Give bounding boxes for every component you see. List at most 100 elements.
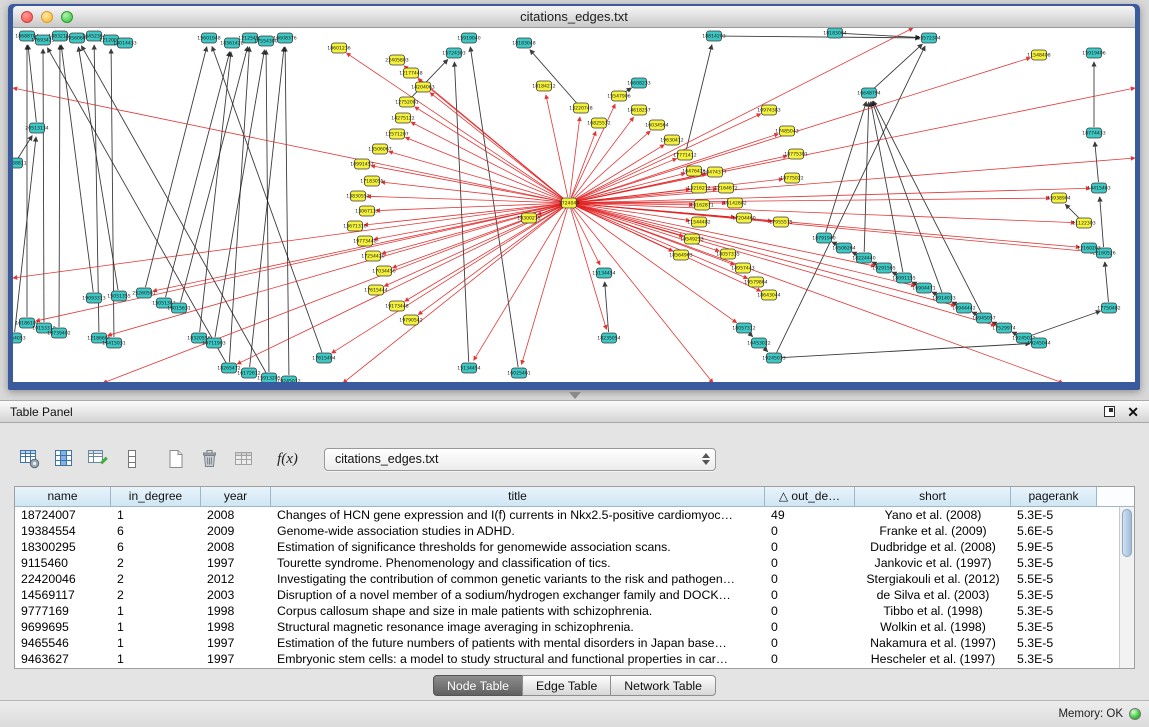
table-row[interactable]: 1872400712008Changes of HCN gene express… [15,507,1119,523]
graph-node[interactable]: 17615444 [364,285,387,295]
graph-node[interactable]: 15724303 [442,48,465,58]
graph-node[interactable]: 10991457 [350,159,373,169]
graph-node[interactable]: 17034450 [372,266,395,276]
graph-node[interactable]: 13067133 [355,206,378,216]
column-header-in-degree[interactable]: in_degree [111,487,201,507]
graph-node[interactable]: 17750482 [1097,303,1120,313]
network-window-titlebar[interactable]: citations_edges.txt [13,6,1135,28]
graph-node[interactable]: 19173448 [385,301,408,311]
graph-node[interactable]: 11544482 [687,217,710,227]
graph-node[interactable]: 19291565 [872,263,895,273]
table-row[interactable]: 1830029562008Estimation of significance … [15,539,1119,555]
delete-table-button[interactable] [196,446,223,473]
edit-table-button[interactable] [84,446,111,473]
graph-node[interactable]: 16825532 [587,118,610,128]
graph-node[interactable]: 13671310 [343,221,366,231]
graph-node[interactable]: 10974383 [757,105,780,115]
graph-node[interactable]: 18224440 [852,253,875,263]
table-row[interactable]: 969969511998Structural magnetic resonanc… [15,619,1119,635]
graph-node[interactable]: 17254420 [361,251,384,261]
graph-node[interactable]: 18791940 [812,233,835,243]
table-row[interactable]: 946554611997Estimation of the future num… [15,635,1119,651]
graph-node[interactable]: 18814203 [702,31,725,41]
graph-node[interactable]: 25260561 [132,288,155,298]
table-row[interactable]: 946362711997Embryonic stem cells: a mode… [15,651,1119,667]
graph-node[interactable]: 15919406 [1082,48,1105,58]
table-row[interactable]: 977716911998Corpus callosum shape and si… [15,603,1119,619]
column-header-title[interactable]: title [271,487,765,507]
graph-node[interactable]: 1724049 [559,198,580,208]
graph-node[interactable]: 16945057 [972,313,995,323]
graph-node[interactable]: 14415463 [1087,183,1110,193]
tab-network-table[interactable]: Network Table [610,675,716,696]
graph-node[interactable]: 18775301 [784,149,807,159]
graph-node[interactable]: 15919040 [457,33,480,43]
graph-node[interactable]: 19093313 [82,293,105,303]
import-table-button[interactable] [230,446,257,473]
panel-splitter-handle[interactable] [569,392,581,399]
network-canvas[interactable]: 1724049186887041769342518832157195606061… [13,28,1135,382]
graph-node[interactable]: 19245012 [277,376,300,382]
column-header-out-de-[interactable]: △ out_de… [765,487,855,507]
graph-node[interactable]: 14275122 [391,113,414,123]
graph-node[interactable]: 19549253 [680,234,703,244]
graph-node[interactable]: 18775022 [780,173,803,183]
graph-node[interactable]: 18774433 [1082,128,1105,138]
graph-node[interactable]: 15134454 [592,268,615,278]
graph-node[interactable]: 10944442 [952,303,975,313]
graph-node[interactable]: 18235054 [597,333,620,343]
function-builder-button[interactable]: f(x) [274,446,301,473]
graph-node[interactable]: 20513134 [25,123,48,133]
table-row[interactable]: 2242004622012Investigating the contribut… [15,571,1119,587]
column-header-year[interactable]: year [201,487,271,507]
tab-edge-table[interactable]: Edge Table [522,675,611,696]
graph-node[interactable]: 18184212 [532,81,555,91]
graph-node[interactable]: 15134454 [457,363,480,373]
graph-node[interactable]: 15601948 [197,33,220,43]
graph-node[interactable]: 15254053 [13,333,26,343]
graph-node[interactable]: 18057312 [732,323,755,333]
graph-node[interactable]: 13830552 [346,191,369,201]
graph-node[interactable]: 16506264 [832,243,855,253]
graph-node[interactable]: 18914033 [932,293,955,303]
graph-node[interactable]: 16608233 [627,78,650,88]
graph-node[interactable]: 12752081 [395,97,418,107]
graph-node[interactable]: 17485043 [775,126,798,136]
tab-node-table[interactable]: Node Table [433,675,523,696]
graph-node[interactable]: 14957443 [731,263,754,273]
row-view-button[interactable] [118,446,145,473]
graph-node[interactable]: 17204460 [732,213,755,223]
graph-node[interactable]: 11548408 [1027,50,1050,60]
graph-node[interactable]: 17615404 [312,353,335,363]
float-panel-icon[interactable] [1104,406,1115,417]
graph-node[interactable]: 12177448 [399,68,422,78]
table-row[interactable]: 1456911722003Disruption of a novel membe… [15,587,1119,603]
graph-node[interactable]: 15051355 [107,291,130,301]
table-row[interactable]: 911546021997Tourette syndrome. Phenomeno… [15,555,1119,571]
column-header-pagerank[interactable]: pagerank [1011,487,1097,507]
graph-node[interactable]: 19790542 [399,315,422,325]
graph-node[interactable]: 14618257 [627,105,650,115]
column-header-short[interactable]: short [855,487,1011,507]
graph-node[interactable]: 18091155 [892,273,915,283]
table-selector-combobox[interactable]: citations_edges.txt [324,448,716,471]
table-settings-button[interactable] [16,446,43,473]
graph-node[interactable]: 16142882 [723,198,746,208]
graph-node[interactable]: 19579864 [744,277,767,287]
new-table-button[interactable] [162,446,189,473]
graph-node[interactable]: 13506067 [368,144,391,154]
graph-node[interactable]: 13572304 [917,33,940,43]
graph-node[interactable]: 18601236 [327,43,350,53]
graph-node[interactable]: 16608376 [273,33,296,43]
scrollbar-thumb[interactable] [1122,509,1132,557]
graph-node[interactable]: 15547906 [607,91,630,101]
graph-node[interactable]: 12068811 [13,158,27,168]
graph-node[interactable]: 22405803 [385,55,408,65]
column-header-name[interactable]: name [15,487,111,507]
graph-node[interactable]: 18643044 [757,290,780,300]
column-chooser-button[interactable] [50,446,77,473]
graph-node[interactable]: 12160203 [1077,243,1100,253]
graph-node[interactable]: 16476426 [682,166,705,176]
graph-node[interactable]: 19773448 [353,236,376,246]
minimize-button[interactable] [41,11,53,23]
